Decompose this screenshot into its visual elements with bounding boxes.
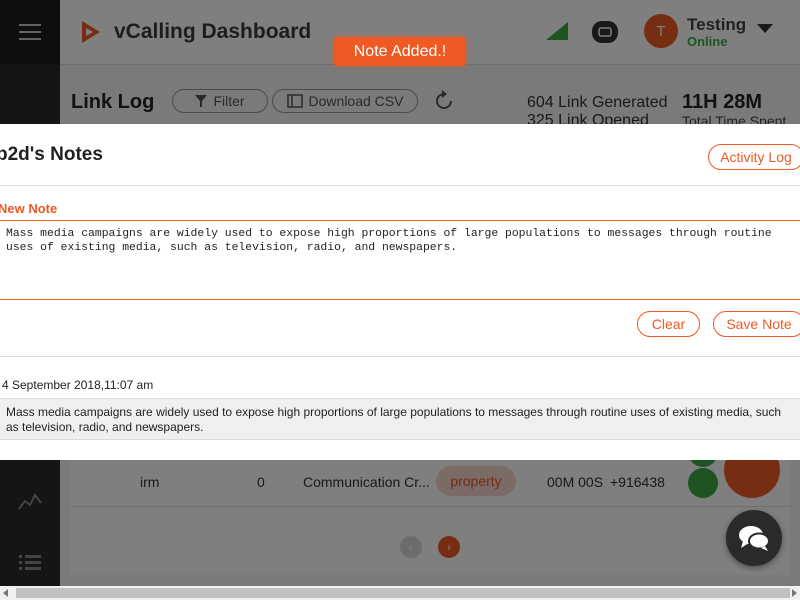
divider — [0, 185, 800, 186]
modal-title: b2d's Notes — [0, 144, 103, 165]
chat-bubbles-icon — [739, 526, 770, 551]
scroll-right-icon[interactable] — [792, 589, 797, 597]
new-note-label: New Note — [0, 201, 58, 216]
clear-button[interactable]: Clear — [637, 311, 700, 337]
activity-log-button[interactable]: Activity Log — [708, 144, 800, 170]
scrollbar-thumb[interactable] — [16, 588, 790, 598]
note-date: 4 September 2018,11:07 am — [2, 378, 154, 392]
new-note-text: Mass media campaigns are widely used to … — [6, 228, 779, 254]
live-chat-button[interactable] — [726, 510, 782, 566]
scroll-left-icon[interactable] — [3, 589, 8, 597]
new-note-textarea[interactable]: Mass media campaigns are widely used to … — [0, 220, 800, 300]
note-entry-text: Mass media campaigns are widely used to … — [6, 405, 782, 434]
notes-modal: b2d's Notes Activity Log New Note Mass m… — [0, 124, 800, 460]
horizontal-scrollbar[interactable] — [0, 586, 800, 600]
note-entry: Mass media campaigns are widely used to … — [0, 398, 800, 440]
save-note-button[interactable]: Save Note — [713, 311, 800, 337]
divider — [0, 356, 800, 357]
toast-notification: Note Added.! — [334, 37, 466, 66]
